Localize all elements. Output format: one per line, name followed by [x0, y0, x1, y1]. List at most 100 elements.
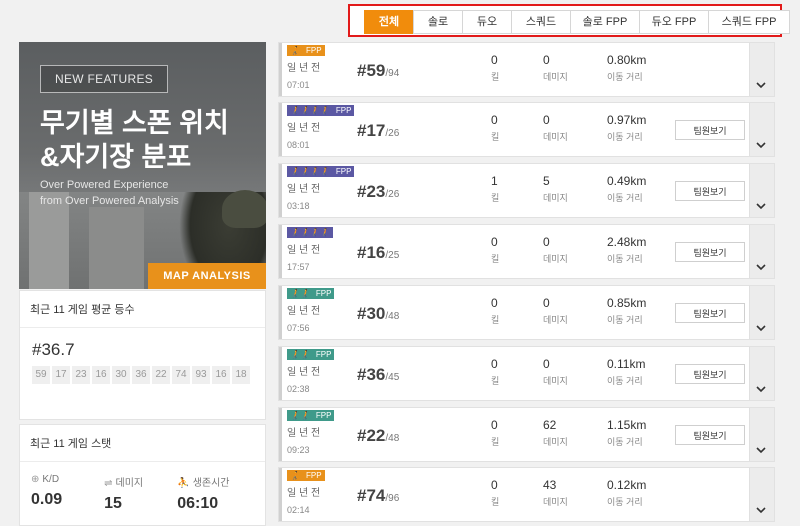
- tab-5[interactable]: 듀오 FPP: [639, 10, 709, 34]
- expand-toggle[interactable]: [749, 225, 774, 278]
- match-rank: #22/48: [357, 426, 399, 446]
- kills-stat-label: 킬: [491, 193, 500, 203]
- average-rank-heading: 최근 11 게임 평균 등수: [20, 291, 265, 328]
- match-rank: #16/25: [357, 243, 399, 263]
- expand-toggle[interactable]: [749, 43, 774, 96]
- match-row: 🚶 FPP 일 년 전 07:01 #59/94 0 킬 0 데미지 0.80km 이동 거리: [278, 42, 775, 97]
- view-team-button[interactable]: 팀원보기: [675, 181, 745, 201]
- kills-stat-value: 0: [491, 418, 498, 432]
- distance-stat-value: 0.80km: [607, 53, 647, 67]
- rank-total: /26: [385, 189, 400, 200]
- view-team-button[interactable]: 팀원보기: [675, 425, 745, 445]
- kills-stat-value: 0: [491, 296, 498, 310]
- stat-label: ⊕ K/D: [31, 474, 104, 485]
- fpp-badge: FPP: [312, 288, 335, 299]
- stat-label: ⛹ 생존시간: [177, 474, 265, 489]
- tab-6[interactable]: 스쿼드 FPP: [708, 10, 790, 34]
- match-time: 02:14: [287, 505, 310, 515]
- view-team-button[interactable]: 팀원보기: [675, 303, 745, 323]
- recent-ranks-list: 59 17 23 16 30 36 22 74 93 16 18: [20, 366, 272, 387]
- rank-chip: 16: [92, 366, 110, 384]
- expand-toggle[interactable]: [749, 347, 774, 400]
- damage-stat: 0 데미지: [543, 357, 568, 387]
- match-stripe: [279, 43, 282, 96]
- expand-toggle[interactable]: [749, 286, 774, 339]
- kills-stat-label: 킬: [491, 254, 500, 264]
- match-ago: 일 년 전: [287, 63, 321, 74]
- mode-icon: 🚶🚶: [287, 349, 313, 360]
- tab-2[interactable]: 듀오: [462, 10, 512, 34]
- expand-toggle[interactable]: [749, 468, 774, 521]
- distance-stat-label: 이동 거리: [607, 254, 643, 264]
- stats-row: ⊕ K/D 0.09 ⇌ 데미지 15 ⛹ 생존시간 06:10: [20, 462, 265, 513]
- kills-stat: 0킬: [491, 478, 499, 508]
- rank-value: #17: [357, 121, 386, 140]
- map-analysis-button[interactable]: MAP ANALYSIS: [148, 263, 266, 289]
- distance-stat-value: 2.48km: [607, 235, 647, 249]
- rank-chip: 36: [132, 366, 150, 384]
- expand-toggle[interactable]: [749, 164, 774, 217]
- match-rank: #17/26: [357, 121, 399, 141]
- game-mode-tag: 🚶🚶🚶🚶 FPP: [287, 166, 355, 177]
- stat-0: ⊕ K/D 0.09: [31, 474, 104, 513]
- damage-stat-value: 43: [543, 478, 557, 492]
- expand-toggle[interactable]: [749, 103, 774, 156]
- tab-3[interactable]: 스쿼드: [511, 10, 571, 34]
- match-time: 08:01: [287, 140, 310, 150]
- distance-stat-label: 이동 거리: [607, 497, 643, 507]
- match-stripe: [279, 347, 282, 400]
- view-team-button[interactable]: 팀원보기: [675, 364, 745, 384]
- match-rank: #59/94: [357, 61, 399, 81]
- stat-1: ⇌ 데미지 15: [104, 474, 177, 513]
- stat-label-text: K/D: [42, 474, 60, 485]
- fpp-badge: FPP: [332, 105, 355, 116]
- chevron-down-icon: [756, 507, 766, 514]
- tab-0[interactable]: 전체: [364, 10, 414, 34]
- view-team-button[interactable]: 팀원보기: [675, 242, 745, 262]
- expand-toggle[interactable]: [749, 408, 774, 461]
- view-team-button[interactable]: 팀원보기: [675, 120, 745, 140]
- banner-title-line1: 무기별 스폰 위치: [40, 108, 229, 138]
- mode-icon: 🚶🚶🚶🚶: [287, 105, 333, 116]
- tab-1[interactable]: 솔로: [413, 10, 463, 34]
- banner-sub-line1: Over Powered Experience: [40, 179, 169, 191]
- recent-stats-card: 최근 11 게임 스탯 ⊕ K/D 0.09 ⇌ 데미지 15 ⛹ 생존시간 06:10: [19, 424, 266, 526]
- kills-stat: 0킬: [491, 418, 499, 448]
- damage-stat: 0 데미지: [543, 113, 568, 143]
- distance-stat-label: 이동 거리: [607, 193, 643, 203]
- map-analysis-banner[interactable]: NEW FEATURES 무기별 스폰 위치 &자기장 분포 Over Powe…: [19, 42, 266, 289]
- distance-stat: 0.80km 이동 거리: [607, 53, 646, 83]
- damage-stat-value: 0: [543, 53, 550, 67]
- rank-chip: 16: [212, 366, 230, 384]
- rank-chip: 18: [232, 366, 250, 384]
- damage-stat-value: 5: [543, 174, 550, 188]
- rank-total: /94: [385, 68, 400, 79]
- distance-stat-value: 1.15km: [607, 418, 647, 432]
- banner-subtitle: Over Powered Experience from Over Powere…: [40, 177, 179, 209]
- match-ago: 일 년 전: [287, 428, 321, 439]
- kills-stat-value: 1: [491, 174, 498, 188]
- distance-stat-label: 이동 거리: [607, 132, 643, 142]
- damage-stat-label: 데미지: [543, 193, 568, 203]
- chevron-down-icon: [756, 264, 766, 271]
- kills-stat: 0킬: [491, 53, 499, 83]
- kd-icon: ⊕: [31, 474, 40, 485]
- damage-stat-label: 데미지: [543, 497, 568, 507]
- mode-icon: 🚶: [287, 470, 303, 481]
- recent-stats-heading: 최근 11 게임 스탯: [20, 425, 265, 462]
- rank-value: #74: [357, 486, 386, 505]
- distance-stat-label: 이동 거리: [607, 437, 643, 447]
- mode-icon: 🚶🚶🚶🚶: [287, 166, 333, 177]
- banner-title: 무기별 스폰 위치 &자기장 분포: [40, 106, 260, 174]
- damage-stat: 62 데미지: [543, 418, 568, 448]
- kills-stat-label: 킬: [491, 315, 500, 325]
- distance-stat-label: 이동 거리: [607, 315, 643, 325]
- rank-value: #30: [357, 304, 386, 323]
- stat-value: 0.09: [31, 491, 63, 508]
- tab-4[interactable]: 솔로 FPP: [570, 10, 640, 34]
- damage-stat-label: 데미지: [543, 72, 568, 82]
- match-ago: 일 년 전: [287, 184, 321, 195]
- damage-stat-value: 0: [543, 296, 550, 310]
- kills-stat: 0킬: [491, 296, 499, 326]
- kills-stat-label: 킬: [491, 72, 500, 82]
